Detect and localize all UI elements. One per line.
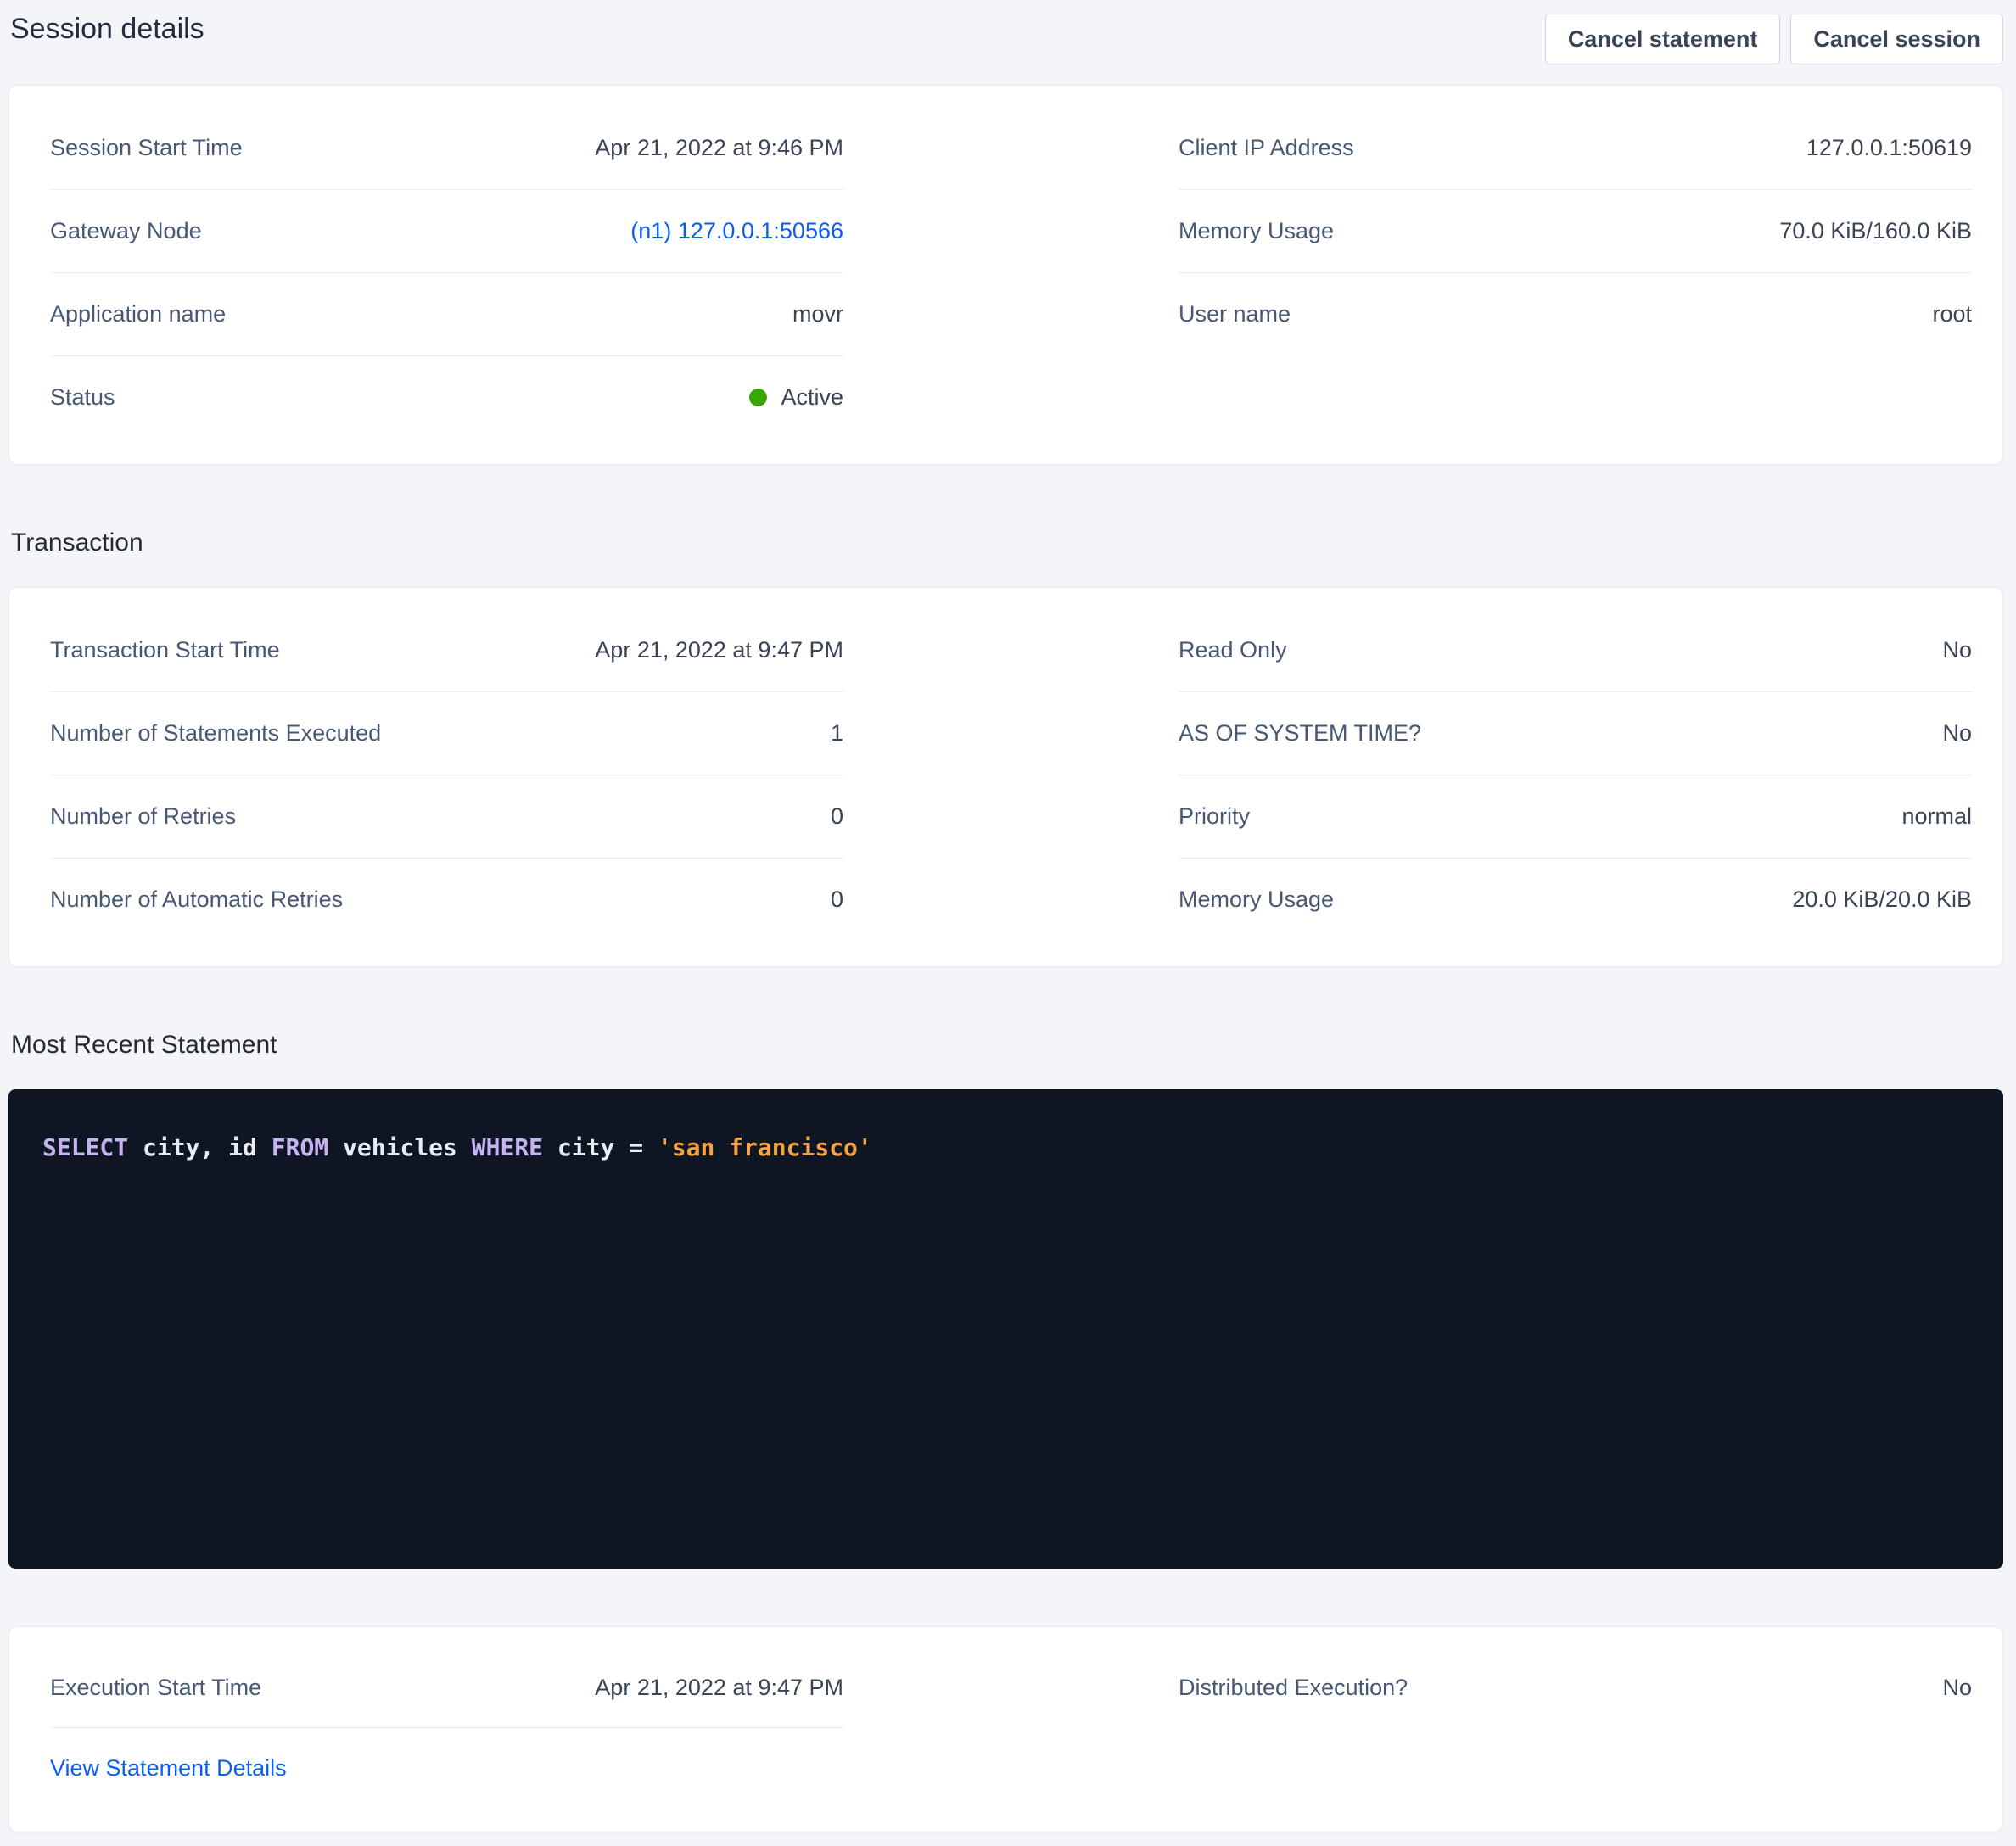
session-details-page: Session details Cancel statement Cancel … — [0, 0, 2016, 1832]
header-actions: Cancel statement Cancel session — [1545, 8, 2003, 64]
row-label: Status — [50, 384, 115, 411]
sql-text: vehicles — [328, 1133, 472, 1161]
row-label: Transaction Start Time — [50, 637, 280, 663]
row-value: No — [1942, 1675, 1972, 1701]
statements-executed-row: Number of Statements Executed 1 — [50, 692, 843, 775]
row-value: No — [1942, 637, 1972, 663]
distributed-execution-row: Distributed Execution? No — [1179, 1648, 1972, 1727]
automatic-retries-row: Number of Automatic Retries 0 — [50, 859, 843, 941]
execution-start-time-row: Execution Start Time Apr 21, 2022 at 9:4… — [50, 1648, 843, 1728]
sql-keyword: FROM — [272, 1133, 328, 1161]
row-value: 0 — [831, 803, 843, 830]
row-label: Client IP Address — [1179, 135, 1354, 161]
sql-text: city = — [543, 1133, 658, 1161]
row-value: Apr 21, 2022 at 9:47 PM — [595, 1675, 843, 1701]
cancel-statement-button[interactable]: Cancel statement — [1545, 14, 1781, 64]
row-label: Number of Automatic Retries — [50, 887, 343, 913]
sql-string-literal: 'san francisco' — [658, 1133, 872, 1161]
session-card-right-column: Client IP Address 127.0.0.1:50619 Memory… — [1179, 107, 1972, 355]
page-title: Session details — [10, 8, 204, 49]
sql-keyword: WHERE — [472, 1133, 543, 1161]
as-of-system-time-row: AS OF SYSTEM TIME? No — [1179, 692, 1972, 775]
client-ip-row: Client IP Address 127.0.0.1:50619 — [1179, 107, 1972, 190]
row-label: Priority — [1179, 803, 1250, 830]
sql-statement-box: SELECT city, id FROM vehicles WHERE city… — [8, 1089, 2003, 1569]
row-value: movr — [792, 301, 843, 327]
gateway-node-row: Gateway Node (n1) 127.0.0.1:50566 — [50, 190, 843, 273]
row-label: AS OF SYSTEM TIME? — [1179, 720, 1421, 747]
row-value: Apr 21, 2022 at 9:47 PM — [595, 637, 843, 663]
status-text: Active — [781, 384, 843, 411]
transaction-start-time-row: Transaction Start Time Apr 21, 2022 at 9… — [50, 609, 843, 692]
read-only-row: Read Only No — [1179, 609, 1972, 692]
row-value: Apr 21, 2022 at 9:46 PM — [595, 135, 843, 161]
transaction-section-heading: Transaction — [11, 528, 2003, 558]
row-label: User name — [1179, 301, 1291, 327]
row-value: No — [1942, 720, 1972, 747]
sql-keyword: SELECT — [42, 1133, 128, 1161]
row-value: 0 — [831, 887, 843, 913]
page-header: Session details Cancel statement Cancel … — [8, 0, 2003, 85]
view-statement-details-row: View Statement Details — [50, 1728, 843, 1808]
row-label: Application name — [50, 301, 226, 327]
sql-statement-code: SELECT city, id FROM vehicles WHERE city… — [42, 1133, 872, 1161]
transaction-card: Transaction Start Time Apr 21, 2022 at 9… — [8, 587, 2003, 967]
row-label: Number of Statements Executed — [50, 720, 381, 747]
row-label: Memory Usage — [1179, 218, 1334, 244]
session-memory-usage-row: Memory Usage 70.0 KiB/160.0 KiB — [1179, 190, 1972, 273]
number-of-retries-row: Number of Retries 0 — [50, 775, 843, 859]
row-label: Execution Start Time — [50, 1675, 261, 1701]
execution-card-right-column: Distributed Execution? No — [1179, 1648, 1972, 1727]
status-badge: Active — [749, 384, 843, 411]
row-value: 20.0 KiB/20.0 KiB — [1792, 887, 1972, 913]
execution-card-left-column: Execution Start Time Apr 21, 2022 at 9:4… — [50, 1648, 843, 1808]
cancel-session-button[interactable]: Cancel session — [1790, 14, 2003, 64]
session-card-left-column: Session Start Time Apr 21, 2022 at 9:46 … — [50, 107, 843, 439]
status-active-dot-icon — [749, 389, 767, 406]
gateway-node-link[interactable]: (n1) 127.0.0.1:50566 — [630, 218, 843, 244]
view-statement-details-link[interactable]: View Statement Details — [50, 1755, 287, 1782]
transaction-card-left-column: Transaction Start Time Apr 21, 2022 at 9… — [50, 609, 843, 941]
transaction-memory-usage-row: Memory Usage 20.0 KiB/20.0 KiB — [1179, 859, 1972, 941]
most-recent-statement-heading: Most Recent Statement — [11, 1030, 2003, 1060]
row-value: 127.0.0.1:50619 — [1806, 135, 1972, 161]
transaction-card-right-column: Read Only No AS OF SYSTEM TIME? No Prior… — [1179, 609, 1972, 941]
row-value: 1 — [831, 720, 843, 747]
row-label: Gateway Node — [50, 218, 202, 244]
row-label: Number of Retries — [50, 803, 236, 830]
row-value: root — [1932, 301, 1972, 327]
application-name-row: Application name movr — [50, 273, 843, 356]
row-label: Read Only — [1179, 637, 1287, 663]
sql-text: city, id — [128, 1133, 272, 1161]
session-details-card: Session Start Time Apr 21, 2022 at 9:46 … — [8, 85, 2003, 465]
status-row: Status Active — [50, 356, 843, 439]
row-label: Memory Usage — [1179, 887, 1334, 913]
execution-card: Execution Start Time Apr 21, 2022 at 9:4… — [8, 1626, 2003, 1832]
row-label: Session Start Time — [50, 135, 243, 161]
session-start-time-row: Session Start Time Apr 21, 2022 at 9:46 … — [50, 107, 843, 190]
row-label: Distributed Execution? — [1179, 1675, 1408, 1701]
row-value: normal — [1901, 803, 1972, 830]
priority-row: Priority normal — [1179, 775, 1972, 859]
user-name-row: User name root — [1179, 273, 1972, 355]
row-value: 70.0 KiB/160.0 KiB — [1779, 218, 1972, 244]
